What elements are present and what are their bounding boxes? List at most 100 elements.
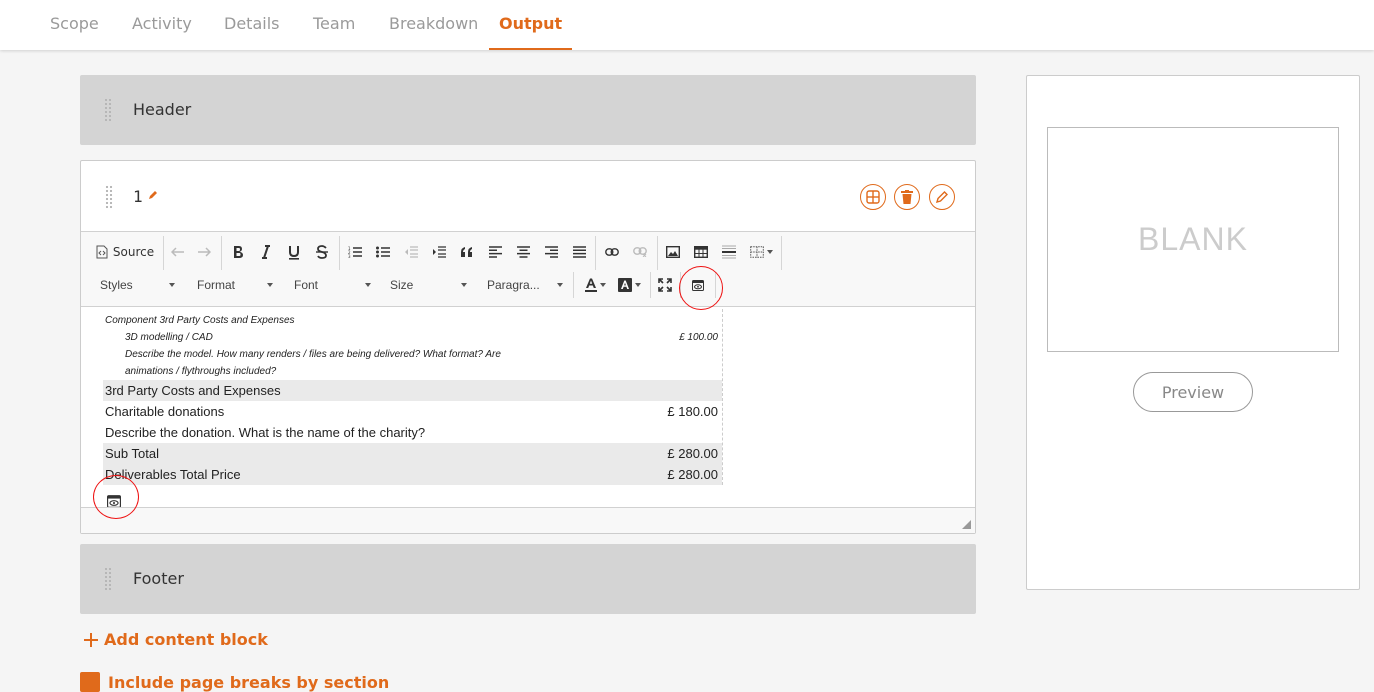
- delete-block-button[interactable]: [894, 184, 920, 210]
- styles-combo[interactable]: Styles: [93, 274, 179, 296]
- size-combo-label: Size: [390, 278, 414, 292]
- styles-combo-label: Styles: [100, 278, 133, 292]
- maximize-button[interactable]: [654, 274, 676, 296]
- resize-grip-icon[interactable]: [962, 520, 971, 529]
- table-row: Sub Total £ 280.00: [103, 443, 722, 464]
- tab-team[interactable]: Team: [313, 14, 355, 50]
- trash-icon: [901, 190, 913, 204]
- image-icon: [666, 246, 680, 258]
- grid-layout-button[interactable]: [860, 184, 886, 210]
- footer-block-title: Footer: [133, 569, 184, 588]
- modelling-label: 3D modelling / CAD: [125, 332, 213, 343]
- drag-handle-icon[interactable]: [104, 567, 112, 591]
- preview-thumbnail: BLANK: [1047, 127, 1339, 352]
- table-row: 3D modelling / CAD £ 100.00: [103, 329, 722, 346]
- unlink-button[interactable]: [629, 241, 651, 263]
- blockquote-button[interactable]: [456, 241, 478, 263]
- top-nav: Scope Activity Details Team Breakdown Ou…: [0, 0, 1374, 50]
- subtotal-amount: £ 280.00: [667, 446, 718, 461]
- block-title: 1: [133, 187, 143, 206]
- add-content-block-label: Add content block: [104, 630, 268, 649]
- header-block[interactable]: Header: [80, 75, 976, 145]
- editor-content-area[interactable]: Component 3rd Party Costs and Expenses 3…: [81, 307, 975, 508]
- page-breaks-option[interactable]: Include page breaks by section: [80, 672, 389, 692]
- background-color-button[interactable]: [614, 274, 644, 296]
- italic-button[interactable]: [255, 241, 277, 263]
- grid-icon: [866, 190, 880, 204]
- table-row: Charitable donations £ 180.00: [103, 401, 722, 422]
- drag-handle-icon[interactable]: [104, 98, 112, 122]
- page-breaks-checkbox[interactable]: [80, 672, 100, 692]
- drag-handle-icon[interactable]: [105, 185, 113, 209]
- tab-activity[interactable]: Activity: [132, 14, 192, 50]
- toolbar-divider: [595, 236, 596, 270]
- decrease-indent-button[interactable]: [400, 241, 422, 263]
- text-color-button[interactable]: [581, 274, 609, 296]
- chevron-down-icon: [169, 283, 175, 287]
- text-color-icon: [584, 278, 597, 292]
- maximize-icon: [658, 278, 672, 292]
- horizontal-line-button[interactable]: [718, 241, 740, 263]
- bold-button[interactable]: [227, 241, 249, 263]
- modelling-description-line: animations / flythroughs included?: [125, 366, 277, 377]
- quote-icon: [461, 247, 472, 257]
- preview-button[interactable]: Preview: [1133, 372, 1253, 412]
- tab-breakdown[interactable]: Breakdown: [389, 14, 478, 50]
- align-right-icon: [544, 246, 558, 258]
- increase-indent-button[interactable]: [428, 241, 450, 263]
- undo-icon: [171, 247, 184, 257]
- bulleted-list-button[interactable]: [372, 241, 394, 263]
- preview-panel: BLANK Preview: [1026, 75, 1360, 590]
- source-icon: [96, 245, 108, 259]
- table-row: 3rd Party Costs and Expenses: [103, 380, 722, 401]
- tab-output[interactable]: Output: [489, 14, 573, 50]
- numbered-list-button[interactable]: 123: [344, 241, 366, 263]
- table-row: Describe the donation. What is the name …: [103, 422, 722, 443]
- image-button[interactable]: [662, 241, 684, 263]
- toolbar-divider: [650, 272, 651, 298]
- toolbar-divider: [221, 236, 222, 270]
- edit-block-button[interactable]: [929, 184, 955, 210]
- pencil-icon: [935, 191, 948, 204]
- tab-scope[interactable]: Scope: [50, 14, 99, 50]
- chevron-down-icon: [557, 283, 563, 287]
- bold-icon: [234, 246, 243, 258]
- format-combo[interactable]: Format: [185, 274, 277, 296]
- align-right-button[interactable]: [540, 241, 562, 263]
- strikethrough-button[interactable]: [311, 241, 333, 263]
- link-button[interactable]: [601, 241, 623, 263]
- align-center-button[interactable]: [512, 241, 534, 263]
- chevron-down-icon: [267, 283, 273, 287]
- table-row: Component 3rd Party Costs and Expenses: [103, 312, 722, 329]
- chevron-down-icon: [599, 283, 606, 287]
- font-combo[interactable]: Font: [283, 274, 375, 296]
- content-block-editor: 1 Source 1 2 3 Styles Format Font Size P…: [80, 160, 976, 534]
- justify-button[interactable]: [568, 241, 590, 263]
- toolbar-divider: [573, 272, 574, 298]
- table-button[interactable]: [690, 241, 712, 263]
- highlight-circle: [679, 266, 723, 310]
- source-button[interactable]: Source: [93, 241, 157, 263]
- undo-button[interactable]: [167, 241, 189, 263]
- strikethrough-icon: [316, 245, 328, 259]
- editor-statusbar: [81, 507, 975, 533]
- editor-toolbar: Source 123 Styles Format Font Size Parag…: [81, 231, 975, 307]
- paragraph-combo-label: Paragra...: [487, 278, 540, 292]
- italic-icon: [262, 245, 270, 259]
- edit-title-icon[interactable]: [147, 189, 159, 201]
- table-border-icon: [749, 246, 764, 258]
- show-blocks-dropdown[interactable]: [745, 241, 777, 263]
- tab-details[interactable]: Details: [224, 14, 279, 50]
- add-content-block-button[interactable]: Add content block: [84, 630, 268, 649]
- chevron-down-icon: [766, 250, 773, 254]
- align-left-button[interactable]: [484, 241, 506, 263]
- underline-button[interactable]: [283, 241, 305, 263]
- source-label: Source: [112, 245, 155, 259]
- footer-block[interactable]: Footer: [80, 544, 976, 614]
- paragraph-combo[interactable]: Paragra...: [477, 274, 567, 296]
- align-center-icon: [516, 246, 530, 258]
- size-combo[interactable]: Size: [381, 274, 471, 296]
- background-color-icon: [617, 278, 632, 292]
- toolbar-divider: [163, 236, 164, 270]
- redo-button[interactable]: [193, 241, 215, 263]
